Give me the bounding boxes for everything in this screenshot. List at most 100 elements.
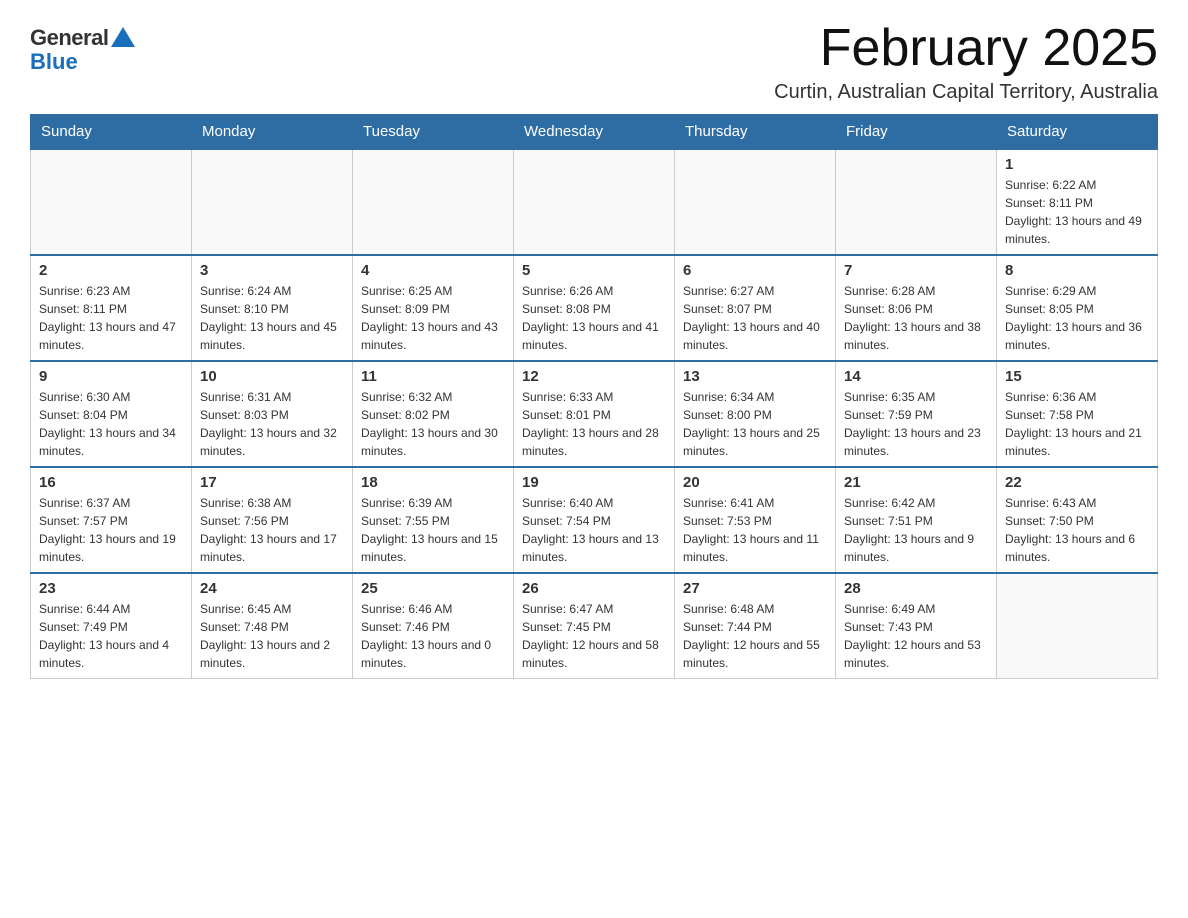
day-info: Sunrise: 6:22 AMSunset: 8:11 PMDaylight:… [1005, 176, 1149, 248]
day-number: 5 [522, 262, 666, 279]
day-number: 17 [200, 474, 344, 491]
day-number: 14 [844, 368, 988, 385]
title-block: February 2025 Curtin, Australian Capital… [774, 20, 1158, 104]
day-info: Sunrise: 6:40 AMSunset: 7:54 PMDaylight:… [522, 494, 666, 566]
logo-triangle-icon [111, 27, 135, 47]
calendar-day-header: Sunday [31, 115, 192, 150]
day-info: Sunrise: 6:28 AMSunset: 8:06 PMDaylight:… [844, 282, 988, 354]
calendar-cell: 15 Sunrise: 6:36 AMSunset: 7:58 PMDayligh… [997, 361, 1158, 467]
calendar-week-row: 1 Sunrise: 6:22 AMSunset: 8:11 PMDaylight… [31, 149, 1158, 255]
day-number: 28 [844, 580, 988, 597]
calendar-day-header: Thursday [675, 115, 836, 150]
calendar-cell: 21Sunrise: 6:42 AMSunset: 7:51 PMDayligh… [836, 467, 997, 573]
calendar-cell: 12 Sunrise: 6:33 AMSunset: 8:01 PMDayligh… [514, 361, 675, 467]
logo-blue-text: Blue [30, 49, 78, 75]
calendar-cell [836, 149, 997, 255]
day-info: Sunrise: 6:45 AMSunset: 7:48 PMDaylight:… [200, 600, 344, 672]
month-title: February 2025 [774, 20, 1158, 77]
day-info: Sunrise: 6:36 AMSunset: 7:58 PMDaylight:… [1005, 388, 1149, 460]
calendar-cell: 19 Sunrise: 6:40 AMSunset: 7:54 PMDayligh… [514, 467, 675, 573]
calendar-cell: 9 Sunrise: 6:30 AMSunset: 8:04 PMDaylight… [31, 361, 192, 467]
day-number: 25 [361, 580, 505, 597]
calendar-cell: 14 Sunrise: 6:35 AMSunset: 7:59 PMDayligh… [836, 361, 997, 467]
day-info: Sunrise: 6:37 AMSunset: 7:57 PMDaylight:… [39, 494, 183, 566]
calendar-cell: 20 Sunrise: 6:41 AMSunset: 7:53 PMDayligh… [675, 467, 836, 573]
calendar-cell: 7 Sunrise: 6:28 AMSunset: 8:06 PMDaylight… [836, 255, 997, 361]
calendar-cell: 25 Sunrise: 6:46 AMSunset: 7:46 PMDayligh… [353, 573, 514, 679]
calendar-week-row: 9 Sunrise: 6:30 AMSunset: 8:04 PMDaylight… [31, 361, 1158, 467]
day-number: 16 [39, 474, 183, 491]
page-header: General Blue February 2025 Curtin, Austr… [30, 20, 1158, 104]
day-info: Sunrise: 6:38 AMSunset: 7:56 PMDaylight:… [200, 494, 344, 566]
calendar-week-row: 2 Sunrise: 6:23 AMSunset: 8:11 PMDaylight… [31, 255, 1158, 361]
calendar-cell: 1 Sunrise: 6:22 AMSunset: 8:11 PMDaylight… [997, 149, 1158, 255]
day-number: 8 [1005, 262, 1149, 279]
calendar-cell: 4 Sunrise: 6:25 AMSunset: 8:09 PMDaylight… [353, 255, 514, 361]
calendar-cell [353, 149, 514, 255]
day-info: Sunrise: 6:49 AMSunset: 7:43 PMDaylight:… [844, 600, 988, 672]
day-info: Sunrise: 6:33 AMSunset: 8:01 PMDaylight:… [522, 388, 666, 460]
location-title: Curtin, Australian Capital Territory, Au… [774, 81, 1158, 104]
calendar-cell: 18 Sunrise: 6:39 AMSunset: 7:55 PMDayligh… [353, 467, 514, 573]
day-number: 24 [200, 580, 344, 597]
day-info: Sunrise: 6:32 AMSunset: 8:02 PMDaylight:… [361, 388, 505, 460]
calendar-cell: 26 Sunrise: 6:47 AMSunset: 7:45 PMDayligh… [514, 573, 675, 679]
calendar-cell: 24 Sunrise: 6:45 AMSunset: 7:48 PMDayligh… [192, 573, 353, 679]
day-info: Sunrise: 6:29 AMSunset: 8:05 PMDaylight:… [1005, 282, 1149, 354]
calendar-day-header: Friday [836, 115, 997, 150]
day-number: 13 [683, 368, 827, 385]
day-number: 1 [1005, 156, 1149, 173]
calendar-body: 1 Sunrise: 6:22 AMSunset: 8:11 PMDaylight… [31, 149, 1158, 679]
day-info: Sunrise: 6:39 AMSunset: 7:55 PMDaylight:… [361, 494, 505, 566]
day-number: 6 [683, 262, 827, 279]
calendar-table: SundayMondayTuesdayWednesdayThursdayFrid… [30, 114, 1158, 679]
calendar-day-header: Monday [192, 115, 353, 150]
day-info: Sunrise: 6:34 AMSunset: 8:00 PMDaylight:… [683, 388, 827, 460]
day-number: 22 [1005, 474, 1149, 491]
day-info: Sunrise: 6:23 AMSunset: 8:11 PMDaylight:… [39, 282, 183, 354]
calendar-cell: 6Sunrise: 6:27 AMSunset: 8:07 PMDaylight… [675, 255, 836, 361]
day-number: 21 [844, 474, 988, 491]
calendar-cell: 13 Sunrise: 6:34 AMSunset: 8:00 PMDayligh… [675, 361, 836, 467]
day-number: 26 [522, 580, 666, 597]
calendar-cell: 23 Sunrise: 6:44 AMSunset: 7:49 PMDayligh… [31, 573, 192, 679]
day-info: Sunrise: 6:25 AMSunset: 8:09 PMDaylight:… [361, 282, 505, 354]
calendar-day-header: Wednesday [514, 115, 675, 150]
day-number: 19 [522, 474, 666, 491]
calendar-cell [675, 149, 836, 255]
day-info: Sunrise: 6:46 AMSunset: 7:46 PMDaylight:… [361, 600, 505, 672]
day-number: 7 [844, 262, 988, 279]
day-info: Sunrise: 6:24 AMSunset: 8:10 PMDaylight:… [200, 282, 344, 354]
day-number: 9 [39, 368, 183, 385]
calendar-week-row: 16 Sunrise: 6:37 AMSunset: 7:57 PMDayligh… [31, 467, 1158, 573]
calendar-cell: 8 Sunrise: 6:29 AMSunset: 8:05 PMDaylight… [997, 255, 1158, 361]
day-number: 23 [39, 580, 183, 597]
day-info: Sunrise: 6:44 AMSunset: 7:49 PMDaylight:… [39, 600, 183, 672]
day-info: Sunrise: 6:35 AMSunset: 7:59 PMDaylight:… [844, 388, 988, 460]
day-number: 18 [361, 474, 505, 491]
calendar-cell: 11Sunrise: 6:32 AMSunset: 8:02 PMDayligh… [353, 361, 514, 467]
calendar-cell: 27 Sunrise: 6:48 AMSunset: 7:44 PMDayligh… [675, 573, 836, 679]
day-number: 2 [39, 262, 183, 279]
day-info: Sunrise: 6:48 AMSunset: 7:44 PMDaylight:… [683, 600, 827, 672]
calendar-header-row: SundayMondayTuesdayWednesdayThursdayFrid… [31, 115, 1158, 150]
day-number: 20 [683, 474, 827, 491]
day-number: 27 [683, 580, 827, 597]
day-info: Sunrise: 6:26 AMSunset: 8:08 PMDaylight:… [522, 282, 666, 354]
day-info: Sunrise: 6:41 AMSunset: 7:53 PMDaylight:… [683, 494, 827, 566]
calendar-cell: 17 Sunrise: 6:38 AMSunset: 7:56 PMDayligh… [192, 467, 353, 573]
calendar-cell [192, 149, 353, 255]
calendar-cell: 10Sunrise: 6:31 AMSunset: 8:03 PMDayligh… [192, 361, 353, 467]
day-info: Sunrise: 6:30 AMSunset: 8:04 PMDaylight:… [39, 388, 183, 460]
calendar-cell: 16 Sunrise: 6:37 AMSunset: 7:57 PMDayligh… [31, 467, 192, 573]
day-info: Sunrise: 6:43 AMSunset: 7:50 PMDaylight:… [1005, 494, 1149, 566]
day-info: Sunrise: 6:47 AMSunset: 7:45 PMDaylight:… [522, 600, 666, 672]
day-number: 12 [522, 368, 666, 385]
logo-general-text: General [30, 25, 108, 51]
calendar-cell [31, 149, 192, 255]
day-number: 4 [361, 262, 505, 279]
calendar-day-header: Tuesday [353, 115, 514, 150]
logo: General Blue [30, 20, 135, 75]
calendar-week-row: 23 Sunrise: 6:44 AMSunset: 7:49 PMDayligh… [31, 573, 1158, 679]
day-number: 15 [1005, 368, 1149, 385]
